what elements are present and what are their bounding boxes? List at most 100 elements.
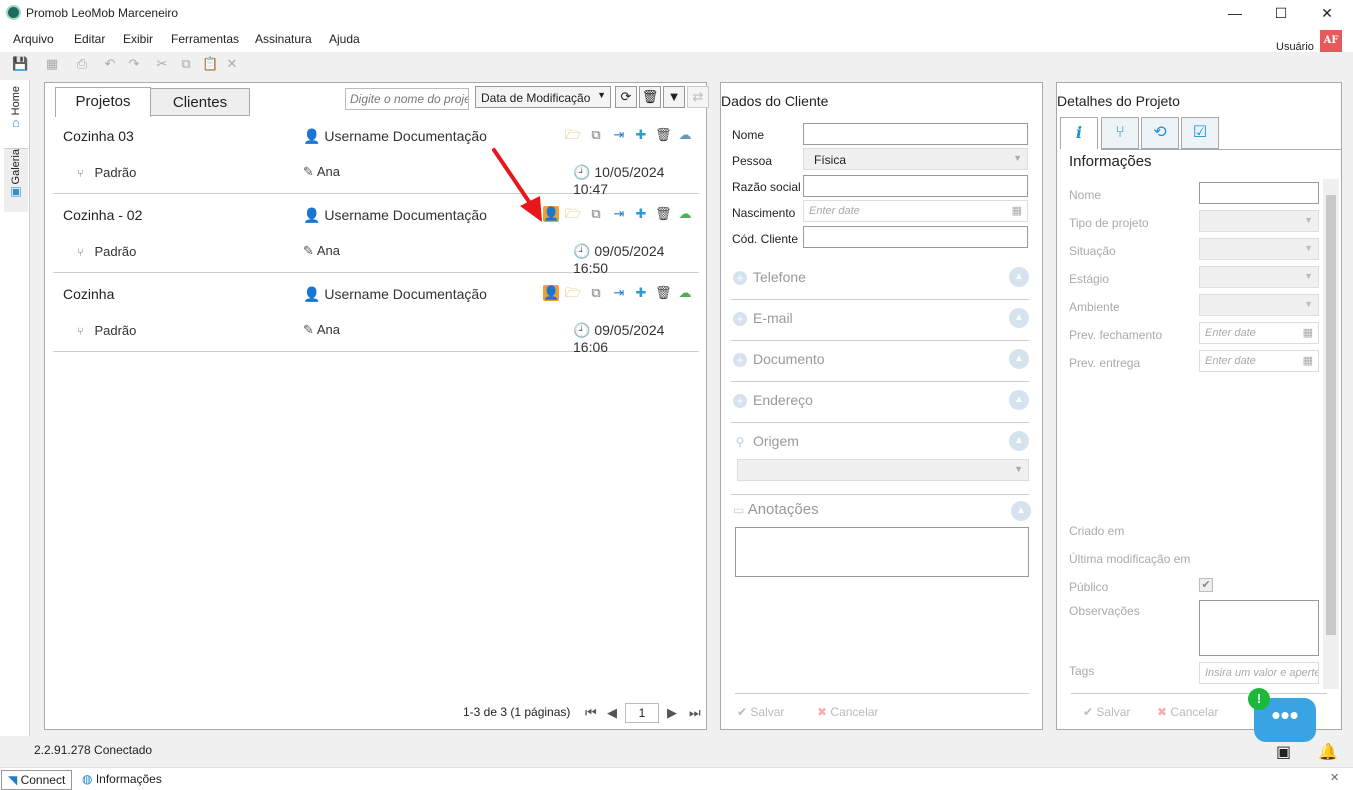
filter-button[interactable]: ▼: [663, 86, 685, 108]
tab-checklist[interactable]: ☑: [1181, 117, 1219, 149]
anotacoes-textarea[interactable]: [735, 527, 1029, 577]
origem-select[interactable]: ▼: [737, 459, 1029, 481]
collapse-icon[interactable]: ▲: [1009, 267, 1029, 287]
copy-icon[interactable]: ⧉: [178, 56, 194, 72]
tab-informacoes[interactable]: ◍ Informações: [76, 770, 168, 790]
section-documento[interactable]: + Documento ▲: [731, 341, 1029, 382]
print-icon[interactable]: ⎙: [74, 56, 90, 72]
paste-icon[interactable]: 📋: [202, 56, 218, 72]
tab-history[interactable]: ⟲: [1141, 117, 1179, 149]
menu-editar[interactable]: Editar: [74, 32, 105, 46]
collapse-icon[interactable]: ▲: [1009, 349, 1029, 369]
last-page-icon[interactable]: ⏭: [689, 705, 701, 721]
tab-galeria[interactable]: Galeria ▣: [4, 148, 28, 212]
tab-projetos[interactable]: Projetos: [55, 87, 151, 117]
menu-arquivo[interactable]: Arquivo: [13, 32, 54, 46]
section-email[interactable]: + E-mail ▲: [731, 300, 1029, 341]
swap-button[interactable]: ⇄: [687, 86, 709, 108]
delete-icon[interactable]: ✕: [224, 56, 240, 72]
save-button[interactable]: ✔ Salvar: [737, 705, 784, 719]
menu-ajuda[interactable]: Ajuda: [329, 32, 360, 46]
add-version-icon[interactable]: ✚: [633, 285, 649, 301]
table-row[interactable]: Cozinha - 02 👤 Username Documentação 👤 🗁…: [53, 194, 699, 276]
duplicate-icon[interactable]: ⧉: [588, 206, 604, 222]
plus-icon[interactable]: +: [733, 394, 747, 408]
details-cancel-button[interactable]: ✖ Cancelar: [1157, 705, 1218, 719]
nome-input[interactable]: [1199, 182, 1319, 204]
razao-field[interactable]: [803, 175, 1028, 197]
close-icon[interactable]: ✕: [1330, 771, 1339, 784]
undo-icon[interactable]: ↶: [102, 56, 118, 72]
duplicate-icon[interactable]: ⧉: [588, 285, 604, 301]
cloud-icon[interactable]: ☁: [677, 127, 693, 143]
avatar[interactable]: AF: [1320, 30, 1342, 52]
section-anotacoes[interactable]: ▭ Anotações ▲: [733, 501, 1031, 525]
search-input[interactable]: Digite o nome do projeto: [345, 88, 469, 110]
trash-icon[interactable]: 🗑: [655, 285, 672, 301]
collapse-icon[interactable]: ▲: [1011, 501, 1031, 521]
screens-icon[interactable]: ▣: [1276, 742, 1291, 762]
tab-home[interactable]: Home ⌂: [4, 86, 28, 130]
tipo-select[interactable]: ▼: [1199, 210, 1319, 232]
refresh-button[interactable]: ⟳: [615, 86, 637, 108]
prev-entrega-field[interactable]: Enter date ▦: [1199, 350, 1319, 372]
cloud-icon[interactable]: ☁: [677, 206, 693, 222]
folder-icon[interactable]: 🗁: [565, 206, 581, 222]
menu-assinatura[interactable]: Assinatura: [255, 32, 312, 46]
duplicate-icon[interactable]: ⧉: [588, 127, 604, 143]
save-icon[interactable]: 💾: [12, 56, 28, 72]
plus-icon[interactable]: +: [733, 353, 747, 367]
page-input[interactable]: 1: [625, 703, 659, 723]
close-button[interactable]: ✕: [1304, 0, 1350, 26]
sort-select[interactable]: Data de Modificação ▼: [475, 86, 611, 108]
menu-ferramentas[interactable]: Ferramentas: [171, 32, 239, 46]
trash-icon[interactable]: 🗑: [655, 127, 672, 143]
next-page-icon[interactable]: ▶: [667, 705, 677, 721]
add-version-icon[interactable]: ✚: [633, 127, 649, 143]
calendar-icon[interactable]: ▦: [1303, 354, 1313, 367]
client-icon[interactable]: 👤: [543, 285, 559, 301]
tags-input[interactable]: Insira um valor e aperte Enter: [1199, 662, 1319, 684]
first-page-icon[interactable]: ⏮: [585, 705, 597, 721]
export-icon[interactable]: ⇥: [611, 127, 627, 143]
tab-clientes[interactable]: Clientes: [150, 88, 250, 116]
pessoa-select[interactable]: Física ▼: [803, 148, 1028, 170]
calendar-icon[interactable]: ▦: [1012, 204, 1022, 217]
prev-fechamento-field[interactable]: Enter date ▦: [1199, 322, 1319, 344]
minimize-button[interactable]: —: [1212, 0, 1258, 26]
scrollbar[interactable]: [1323, 179, 1339, 689]
section-telefone[interactable]: + Telefone ▲: [731, 259, 1029, 300]
section-origem[interactable]: ⚲ Origem ▲ ▼: [731, 423, 1029, 495]
plus-icon[interactable]: +: [733, 271, 747, 285]
observacoes-textarea[interactable]: [1199, 600, 1319, 656]
collapse-icon[interactable]: ▲: [1009, 390, 1029, 410]
delete-button[interactable]: 🗑: [639, 86, 661, 108]
cancel-button[interactable]: ✖ Cancelar: [817, 705, 878, 719]
collapse-icon[interactable]: ▲: [1009, 431, 1029, 451]
section-endereco[interactable]: + Endereço ▲: [731, 382, 1029, 423]
nascimento-field[interactable]: Enter date ▦: [803, 200, 1028, 222]
table-row[interactable]: Cozinha 👤 Username Documentação 👤 🗁 ⧉ ⇥ …: [53, 273, 699, 355]
cloud-icon[interactable]: ☁: [677, 285, 693, 301]
ambiente-select[interactable]: ▼: [1199, 294, 1319, 316]
save-all-icon[interactable]: ▦: [44, 56, 60, 72]
export-icon[interactable]: ⇥: [611, 206, 627, 222]
folder-icon[interactable]: 🗁: [565, 285, 581, 301]
tab-info[interactable]: i: [1060, 117, 1098, 149]
tab-versions[interactable]: ⑂: [1101, 117, 1139, 149]
table-row[interactable]: Cozinha 03 👤 Username Documentação 🗁 ⧉ ⇥…: [53, 115, 699, 197]
publico-checkbox[interactable]: ✔: [1199, 578, 1213, 592]
redo-icon[interactable]: ↷: [126, 56, 142, 72]
nome-field[interactable]: [803, 123, 1028, 145]
trash-icon[interactable]: 🗑: [655, 206, 672, 222]
cut-icon[interactable]: ✂: [154, 56, 170, 72]
situacao-select[interactable]: ▼: [1199, 238, 1319, 260]
maximize-button[interactable]: ☐: [1258, 0, 1304, 26]
calendar-icon[interactable]: ▦: [1303, 326, 1313, 339]
collapse-icon[interactable]: ▲: [1009, 308, 1029, 328]
cod-field[interactable]: [803, 226, 1028, 248]
details-save-button[interactable]: ✔ Salvar: [1083, 705, 1130, 719]
export-icon[interactable]: ⇥: [611, 285, 627, 301]
scrollbar-thumb[interactable]: [1326, 195, 1336, 635]
estagio-select[interactable]: ▼: [1199, 266, 1319, 288]
